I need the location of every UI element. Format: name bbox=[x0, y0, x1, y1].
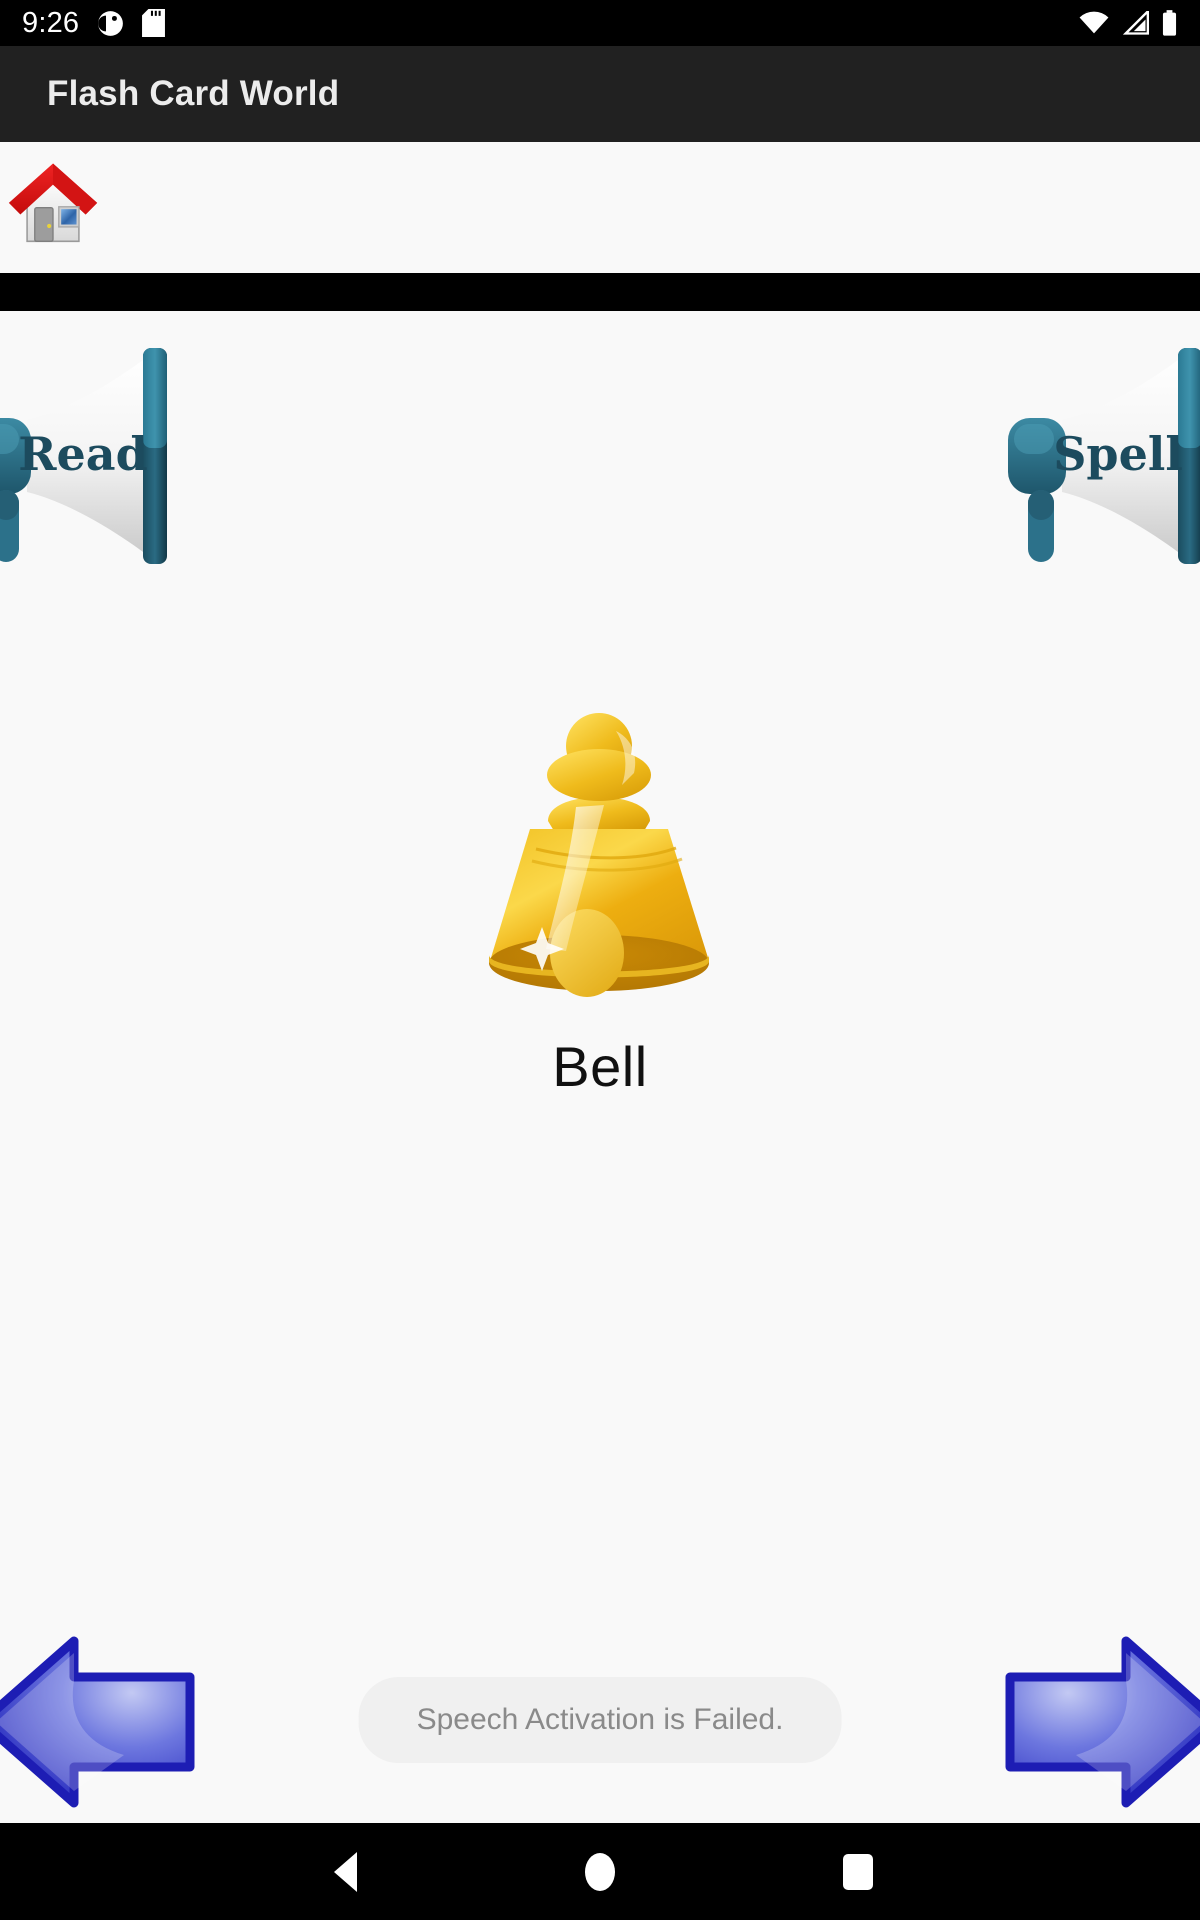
app-bar: Flash Card World bbox=[0, 46, 1200, 142]
status-bar: 9:26 bbox=[0, 0, 1200, 46]
status-bar-left: 9:26 bbox=[22, 6, 1079, 39]
cellular-signal-icon bbox=[1121, 11, 1149, 35]
triangle-back-icon bbox=[333, 1851, 357, 1892]
page-title: Flash Card World bbox=[47, 74, 340, 113]
toast-message: Speech Activation is Failed. bbox=[358, 1677, 842, 1763]
app-notification-icon bbox=[97, 10, 124, 37]
system-home-button[interactable] bbox=[520, 1823, 680, 1920]
spell-button[interactable]: Spell bbox=[990, 332, 1200, 577]
status-bar-right bbox=[1079, 9, 1178, 37]
read-label: Read bbox=[18, 427, 147, 481]
divider bbox=[0, 273, 1200, 311]
circle-home-icon bbox=[585, 1852, 615, 1891]
toolbar-strip bbox=[0, 142, 1200, 273]
battery-icon bbox=[1161, 9, 1178, 37]
home-button[interactable] bbox=[5, 153, 101, 249]
system-back-button[interactable] bbox=[265, 1823, 425, 1920]
status-clock: 9:26 bbox=[22, 6, 80, 39]
system-nav-bar bbox=[0, 1823, 1200, 1920]
next-button[interactable] bbox=[994, 1635, 1200, 1809]
square-recents-icon bbox=[843, 1853, 873, 1890]
flash-card-word: Bell bbox=[552, 1035, 648, 1098]
bell-icon bbox=[466, 711, 734, 1011]
flash-card[interactable]: Bell bbox=[0, 711, 1200, 1099]
app-screen: 9:26 Flash Card World Read Spell Bell Sp… bbox=[0, 0, 1200, 1920]
read-button[interactable]: Read bbox=[0, 332, 210, 577]
system-recents-button[interactable] bbox=[778, 1823, 938, 1920]
main-content: Read Spell Bell Speech Activation is Fai… bbox=[0, 311, 1200, 1823]
spell-label: Spell bbox=[1053, 427, 1183, 481]
wifi-icon bbox=[1079, 11, 1109, 35]
previous-button[interactable] bbox=[0, 1635, 206, 1809]
sd-card-icon bbox=[142, 9, 166, 37]
